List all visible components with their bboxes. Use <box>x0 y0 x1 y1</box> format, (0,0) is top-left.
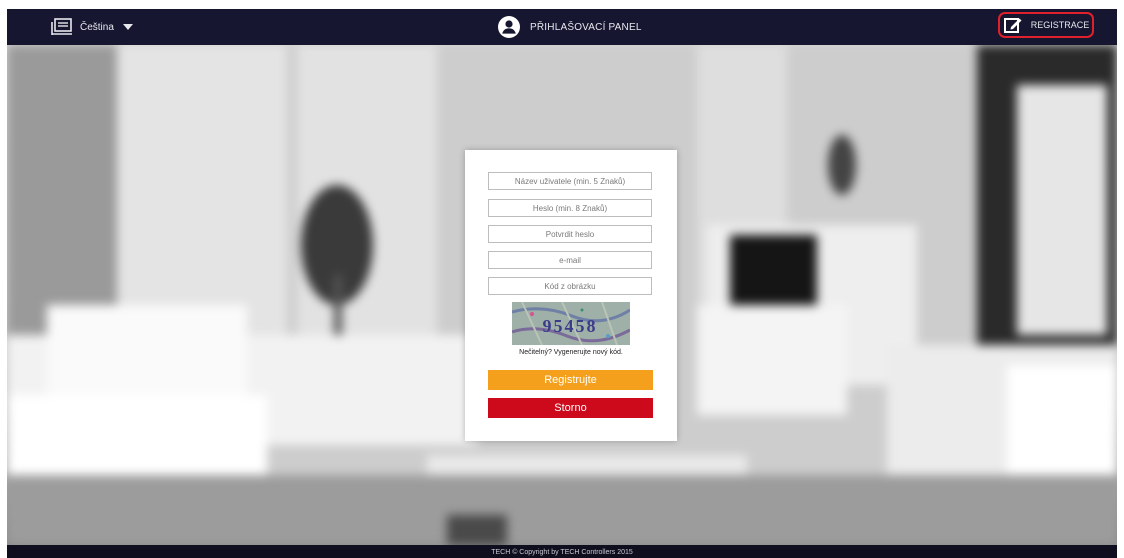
register-button[interactable]: Registrujte <box>488 370 653 390</box>
captcha-code-field[interactable] <box>488 277 652 295</box>
username-field[interactable] <box>488 172 652 190</box>
language-selector[interactable]: Čeština <box>51 18 133 36</box>
captcha-image[interactable]: 95458 <box>512 302 630 345</box>
panel-icon <box>51 18 72 35</box>
email-field[interactable] <box>488 251 652 269</box>
copyright-text: TECH © Copyright by TECH Controllers 201… <box>491 549 633 556</box>
password-field[interactable] <box>488 199 652 217</box>
cancel-button[interactable]: Storno <box>488 398 653 418</box>
user-circle-icon <box>498 16 520 38</box>
captcha-text: 95458 <box>543 316 598 336</box>
page-title: PŘIHLAŠOVACÍ PANEL <box>530 21 642 33</box>
registration-panel: 95458 Nečitelný? Vygenerujte nový kód. R… <box>465 150 677 441</box>
edit-icon <box>1003 18 1022 33</box>
refresh-captcha-link[interactable]: Nečitelný? Vygenerujte nový kód. <box>465 349 677 356</box>
language-label: Čeština <box>80 21 114 33</box>
register-link[interactable]: REGISTRACE <box>998 12 1094 38</box>
register-link-label: REGISTRACE <box>1030 20 1090 30</box>
footer: TECH © Copyright by TECH Controllers 201… <box>7 545 1117 558</box>
caret-down-icon <box>122 24 133 30</box>
top-navbar: Čeština PŘIHLAŠOVACÍ PANEL REGISTRACE <box>7 9 1117 45</box>
app-frame: Čeština PŘIHLAŠOVACÍ PANEL REGISTRACE Ná… <box>7 9 1117 558</box>
confirm-password-field[interactable] <box>488 225 652 243</box>
panel-title-wrap: PŘIHLAŠOVACÍ PANEL <box>497 15 642 39</box>
